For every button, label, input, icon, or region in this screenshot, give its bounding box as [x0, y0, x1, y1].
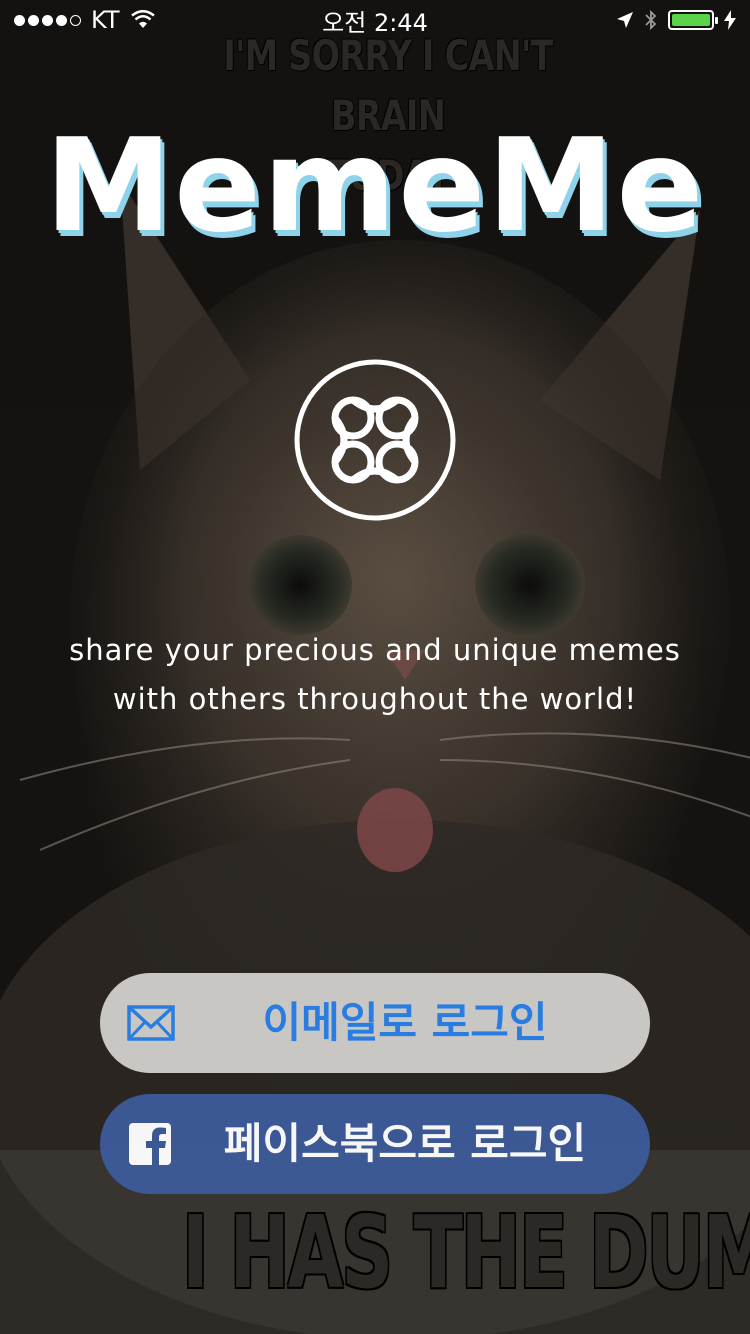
tagline-line2: with others throughout the world!	[112, 682, 638, 716]
meme-caption-bottom: I HAS THE DUMI	[182, 1194, 750, 1311]
status-time: 오전 2:44	[322, 8, 428, 37]
email-login-button[interactable]: 이메일로 로그인	[100, 973, 650, 1073]
facebook-login-button[interactable]: 페이스북으로 로그인	[100, 1094, 650, 1194]
clover-knot-logo-icon	[294, 359, 456, 521]
tagline-line1: share your precious and unique memes	[69, 633, 681, 667]
tagline: share your precious and unique memes wit…	[0, 626, 750, 724]
app-title: MemeMe	[44, 112, 706, 261]
facebook-icon	[129, 1123, 171, 1165]
facebook-login-label: 페이스북으로 로그인	[223, 1119, 587, 1168]
email-login-label: 이메일로 로그인	[262, 998, 548, 1047]
envelope-icon	[127, 1005, 175, 1041]
login-screen: KT 오전 2:44 I'M SORRY I CAN'T BRAIN TODAY…	[0, 0, 750, 1334]
status-bar: KT 오전 2:44	[0, 0, 750, 40]
battery-icon	[668, 10, 718, 30]
